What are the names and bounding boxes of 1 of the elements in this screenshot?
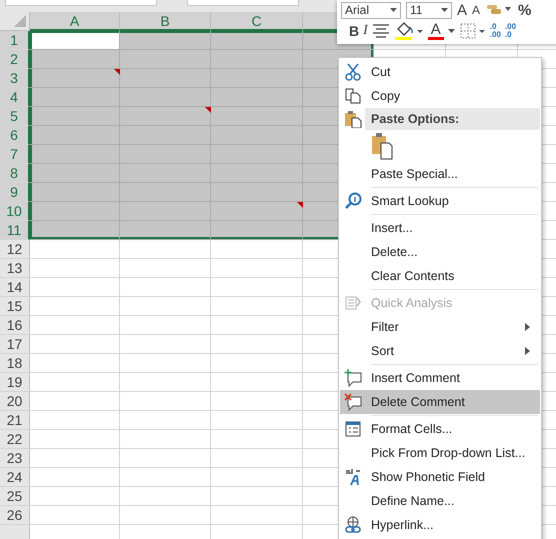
menu-section-header: Paste Options: — [365, 108, 540, 130]
